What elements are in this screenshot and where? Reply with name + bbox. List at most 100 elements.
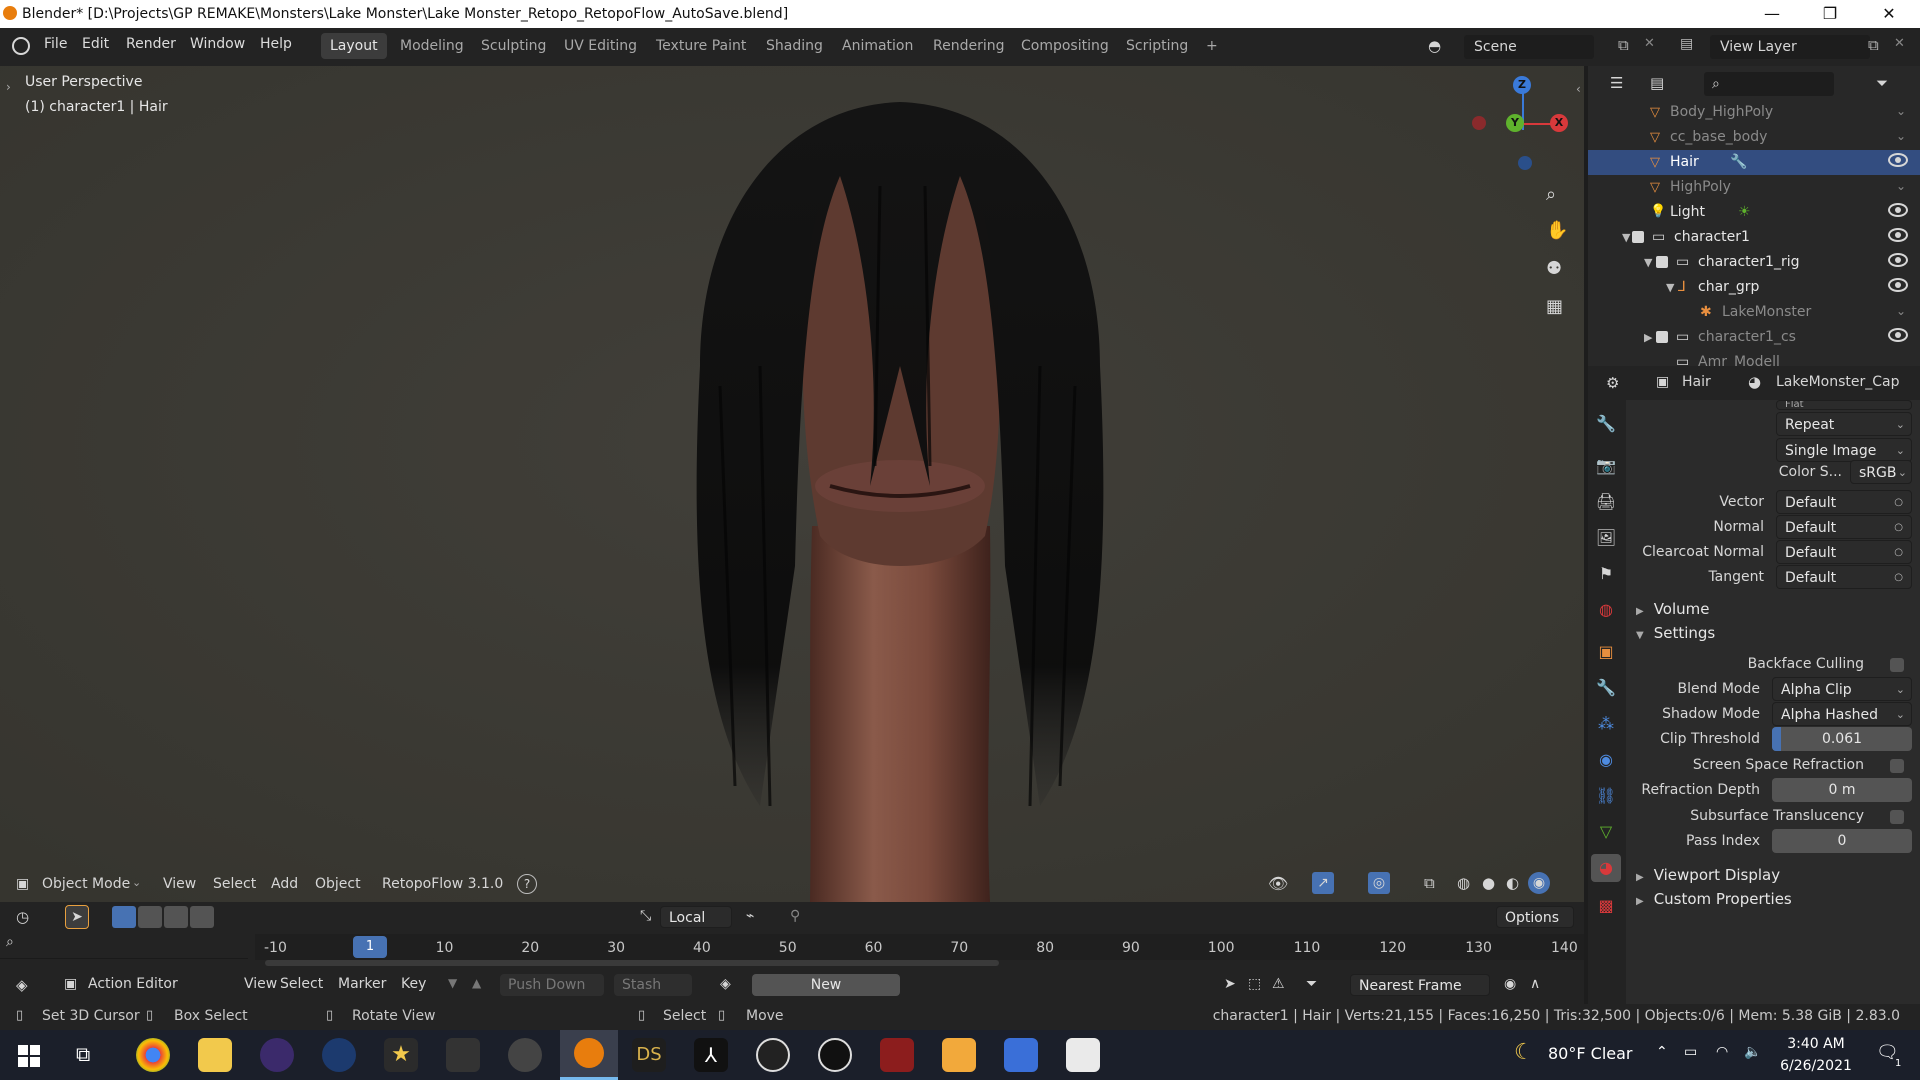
timeline-menu-view[interactable]: View xyxy=(244,976,277,992)
ssr-checkbox[interactable] xyxy=(1890,759,1904,773)
pan-hand-icon[interactable]: ✋ xyxy=(1546,220,1568,241)
outliner-row[interactable]: ▼ ⅃ char_grp xyxy=(1588,275,1920,300)
app-icon[interactable] xyxy=(260,1038,294,1072)
app-icon[interactable] xyxy=(880,1038,914,1072)
weather-text[interactable]: 80°F Clear xyxy=(1548,1044,1633,1063)
chevron-down-icon[interactable]: ⌄ xyxy=(1896,129,1906,143)
battery-icon[interactable]: ▭ xyxy=(1684,1044,1697,1060)
expand-arrow-icon[interactable]: ▶ xyxy=(1644,331,1652,344)
app-icon[interactable]: ⅄ xyxy=(694,1038,728,1072)
tab-uv-editing[interactable]: UV Editing xyxy=(555,33,646,59)
blender-menu-icon[interactable] xyxy=(12,37,30,55)
timeline-scrollbar[interactable] xyxy=(265,960,999,966)
chevron-down-icon[interactable]: ⌄ xyxy=(1896,304,1906,318)
eye-icon[interactable] xyxy=(1888,203,1908,217)
blender-taskbar-active[interactable] xyxy=(560,1030,618,1080)
data-tab-icon[interactable]: ▽ xyxy=(1591,818,1621,846)
file-explorer-icon[interactable] xyxy=(198,1038,232,1072)
outliner-row-selected[interactable]: ▽ Hair 🔧 xyxy=(1588,150,1920,175)
box-select-icon[interactable]: ⬚ xyxy=(1248,976,1261,992)
eye-icon[interactable] xyxy=(1888,153,1908,167)
object-mode-dropdown[interactable]: Object Mode xyxy=(42,876,130,892)
app-icon[interactable] xyxy=(322,1038,356,1072)
select-extend-icon[interactable] xyxy=(138,906,162,928)
shadow-mode-dropdown[interactable]: Alpha Hashed ⌄ xyxy=(1772,702,1912,726)
scene-icon[interactable]: ◓ xyxy=(1428,37,1448,55)
material-tab-icon[interactable]: ◕ xyxy=(1591,854,1621,882)
clip-threshold-slider[interactable]: 0.061 xyxy=(1772,727,1912,751)
camera-view-icon[interactable]: ⚉ xyxy=(1546,258,1562,279)
tab-scripting[interactable]: Scripting xyxy=(1117,33,1197,59)
minimize-button[interactable]: — xyxy=(1743,0,1801,28)
refraction-depth-field[interactable]: 0 m xyxy=(1772,778,1912,802)
menu-window[interactable]: Window xyxy=(190,36,245,52)
collection-checkbox[interactable] xyxy=(1656,331,1668,343)
gizmo-z-axis[interactable]: Z xyxy=(1513,76,1531,94)
new-scene-icon[interactable]: ⧉ xyxy=(1618,36,1629,54)
outliner-editor-icon[interactable]: ☰ xyxy=(1610,74,1623,92)
pass-index-field[interactable]: 0 xyxy=(1772,829,1912,853)
wifi-icon[interactable]: ◠ xyxy=(1716,1044,1728,1060)
current-frame-indicator[interactable]: 1 xyxy=(353,936,387,958)
particles-tab-icon[interactable]: ⁂ xyxy=(1591,710,1621,738)
filter-icon[interactable]: ⏷ xyxy=(1876,74,1888,92)
snap-mode-dropdown[interactable]: Nearest Frame xyxy=(1350,974,1490,996)
arrow-up-icon[interactable]: ▲ xyxy=(472,976,481,990)
view-layer-tab-icon[interactable]: 🖼 xyxy=(1591,524,1621,552)
properties-editor-icon[interactable]: ⚙ xyxy=(1606,374,1619,392)
outliner-search-input[interactable]: ⌕ xyxy=(1704,72,1834,96)
output-tab-icon[interactable]: 🖨 xyxy=(1591,488,1621,516)
app-icon[interactable] xyxy=(508,1038,542,1072)
timeline-menu-select[interactable]: Select xyxy=(280,976,323,992)
backface-culling-checkbox[interactable] xyxy=(1890,658,1904,672)
eye-icon[interactable] xyxy=(1888,278,1908,292)
gizmo-x-axis[interactable]: X xyxy=(1550,114,1568,132)
world-tab-icon[interactable]: ◍ xyxy=(1591,596,1621,624)
expand-arrow-icon[interactable]: ▼ xyxy=(1644,256,1652,269)
volume-icon[interactable]: 🔈 xyxy=(1744,1044,1761,1060)
tangent-socket[interactable]: Default ○ xyxy=(1776,565,1912,589)
warning-icon[interactable]: ⚠ xyxy=(1272,976,1285,992)
action-editor-dropdown[interactable]: Action Editor xyxy=(88,976,178,992)
sidebar-collapse-icon[interactable]: ‹ xyxy=(1576,82,1581,96)
help-icon[interactable]: ? xyxy=(517,874,537,894)
gizmo-y-axis[interactable]: Y xyxy=(1506,114,1524,132)
tab-sculpting[interactable]: Sculpting xyxy=(472,33,555,59)
scene-tab-icon[interactable]: ⚑ xyxy=(1591,560,1621,588)
outliner-row[interactable]: ✱ LakeMonster ⌄ xyxy=(1588,300,1920,325)
ableton-live-icon[interactable] xyxy=(942,1038,976,1072)
outliner-row[interactable]: ▼ ▭ character1 xyxy=(1588,225,1920,250)
view-layer-field[interactable]: View Layer xyxy=(1710,35,1870,59)
maximize-button[interactable]: ❐ xyxy=(1801,0,1859,28)
custom-properties-section-header[interactable]: ▶ Custom Properties xyxy=(1636,890,1792,908)
star-app-icon[interactable]: ★ xyxy=(384,1038,418,1072)
tool-tab-icon[interactable]: 🔧 xyxy=(1591,410,1621,438)
tab-animation[interactable]: Animation xyxy=(833,33,922,59)
task-view-icon[interactable]: ⧉ xyxy=(76,1042,90,1066)
outliner-row[interactable]: ▽ Body_HighPoly ⌄ xyxy=(1588,100,1920,125)
delete-scene-icon[interactable]: ✕ xyxy=(1644,36,1655,51)
filter-icon[interactable]: ⏷ xyxy=(1306,976,1317,992)
menu-select[interactable]: Select xyxy=(213,876,256,892)
timeline-menu-key[interactable]: Key xyxy=(401,976,426,992)
zbrush-icon[interactable] xyxy=(1066,1038,1100,1072)
object-tab-icon[interactable]: ▣ xyxy=(1591,638,1621,666)
collection-checkbox[interactable] xyxy=(1656,256,1668,268)
constraints-tab-icon[interactable]: ⛓ xyxy=(1591,782,1621,810)
vector-socket[interactable]: Default ○ xyxy=(1776,490,1912,514)
zoom-icon[interactable]: ⌕ xyxy=(1546,184,1556,205)
solid-shading-icon[interactable]: ● xyxy=(1482,874,1495,892)
new-view-layer-icon[interactable]: ⧉ xyxy=(1868,36,1879,54)
add-workspace-button[interactable]: + xyxy=(1197,33,1227,59)
toolbar-expand-icon[interactable]: › xyxy=(6,80,11,94)
outliner-row[interactable]: ▽ HighPoly ⌄ xyxy=(1588,175,1920,200)
scene-field[interactable]: Scene xyxy=(1464,35,1594,59)
menu-add[interactable]: Add xyxy=(271,876,298,892)
gizmo-neg-z[interactable] xyxy=(1518,156,1532,170)
local-dropdown[interactable]: Local xyxy=(660,906,732,928)
proportional-edit-icon[interactable]: ⚲ xyxy=(790,908,800,924)
start-button[interactable] xyxy=(18,1045,40,1067)
dopesheet-editor-icon[interactable]: ◈ xyxy=(16,976,28,994)
arrow-down-icon[interactable]: ▼ xyxy=(448,976,457,990)
display-mode-icon[interactable]: ▤ xyxy=(1650,74,1664,92)
